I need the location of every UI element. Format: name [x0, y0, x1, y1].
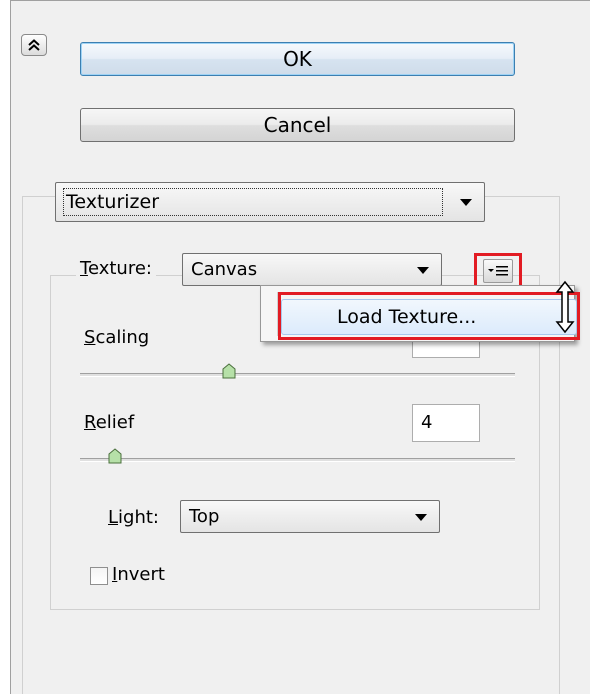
double-chevron-up-icon	[28, 39, 40, 51]
light-label: Light:	[104, 507, 163, 528]
texture-select[interactable]: Canvas	[182, 253, 442, 286]
scaling-slider-thumb[interactable]	[222, 363, 236, 379]
load-texture-label: Load Texture...	[281, 299, 577, 335]
filter-select-value: Texturizer	[63, 188, 443, 216]
invert-checkbox[interactable]	[90, 567, 108, 585]
texture-select-value: Canvas	[191, 259, 258, 280]
chevron-down-icon	[415, 514, 427, 521]
resize-vertical-cursor-icon	[555, 280, 575, 334]
chevron-down-icon	[417, 267, 429, 274]
chevron-down-icon	[460, 199, 472, 206]
relief-slider-track[interactable]	[80, 458, 515, 462]
cancel-button[interactable]: Cancel	[80, 108, 515, 142]
light-select[interactable]: Top	[180, 500, 440, 533]
scaling-slider-track[interactable]	[80, 373, 515, 377]
relief-label: Relief	[80, 412, 139, 433]
filter-select[interactable]: Texturizer	[55, 182, 485, 222]
ok-button[interactable]: OK	[80, 42, 515, 76]
load-texture-menu-item[interactable]: Load Texture...	[278, 292, 580, 340]
texture-label: Texture:	[76, 258, 156, 279]
texture-menu-button[interactable]	[474, 253, 522, 289]
collapse-button[interactable]	[21, 34, 47, 56]
scaling-label: Scaling	[84, 327, 150, 348]
light-select-value: Top	[189, 506, 220, 527]
relief-slider-thumb[interactable]	[108, 448, 122, 464]
invert-label: Invert	[108, 564, 169, 585]
relief-value-input[interactable]: 4	[412, 404, 480, 442]
panel-menu-icon	[483, 259, 513, 283]
